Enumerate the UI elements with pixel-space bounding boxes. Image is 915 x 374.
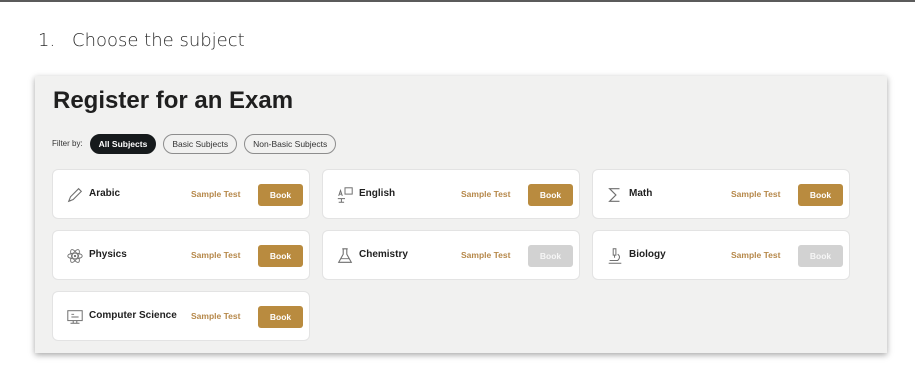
subject-card-chemistry: Chemistry Sample Test Book (322, 230, 580, 280)
subject-card-physics: Physics Sample Test Book (52, 230, 310, 280)
book-button[interactable]: Book (528, 184, 573, 206)
sample-test-link[interactable]: Sample Test (191, 311, 240, 321)
sample-test-link[interactable]: Sample Test (191, 189, 240, 199)
filter-label: Filter by: (52, 139, 83, 148)
book-button[interactable]: Book (258, 184, 303, 206)
subject-name: Chemistry (359, 249, 408, 260)
subject-card-arabic: Arabic Sample Test Book (52, 169, 310, 219)
book-button[interactable]: Book (258, 306, 303, 328)
panel-title: Register for an Exam (53, 87, 294, 114)
step-text: Choose the subject (72, 30, 245, 51)
subject-name: Physics (89, 249, 127, 260)
atom-icon (67, 249, 83, 263)
subject-card-biology: Biology Sample Test Book (592, 230, 850, 280)
book-button[interactable]: Book (798, 184, 843, 206)
filter-chip-non-basic-subjects[interactable]: Non-Basic Subjects (244, 133, 337, 154)
sample-test-link[interactable]: Sample Test (461, 250, 510, 260)
sample-test-link[interactable]: Sample Test (461, 189, 510, 199)
book-button-disabled: Book (798, 245, 843, 267)
sample-test-link[interactable]: Sample Test (731, 250, 780, 260)
subject-name: Biology (629, 249, 666, 260)
exam-registration-panel: Register for an Exam Filter by: All Subj… (35, 76, 887, 353)
language-icon (337, 187, 353, 203)
subject-name: Math (629, 188, 653, 199)
book-button[interactable]: Book (258, 245, 303, 267)
filter-chip-basic-subjects[interactable]: Basic Subjects (163, 133, 238, 154)
step-number: 1. (38, 30, 56, 51)
subject-card-english: English Sample Test Book (322, 169, 580, 219)
sigma-icon (608, 188, 620, 202)
microscope-icon (608, 248, 622, 264)
flask-icon (337, 248, 353, 263)
top-divider (0, 0, 915, 2)
subject-name: Arabic (89, 188, 121, 199)
computer-icon (67, 310, 83, 324)
subject-name: English (359, 188, 396, 199)
filter-chip-all-subjects[interactable]: All Subjects (89, 133, 157, 154)
filter-bar: Filter by: All Subjects Basic Subjects N… (52, 133, 343, 154)
sample-test-link[interactable]: Sample Test (191, 250, 240, 260)
subject-card-computer-science: Computer Science Sample Test Book (52, 291, 310, 341)
subject-name: Computer Science (89, 310, 177, 321)
subject-card-math: Math Sample Test Book (592, 169, 850, 219)
sample-test-link[interactable]: Sample Test (731, 189, 780, 199)
pen-icon (67, 187, 83, 203)
book-button-disabled: Book (528, 245, 573, 267)
step-heading: 1. Choose the subject (38, 30, 245, 51)
